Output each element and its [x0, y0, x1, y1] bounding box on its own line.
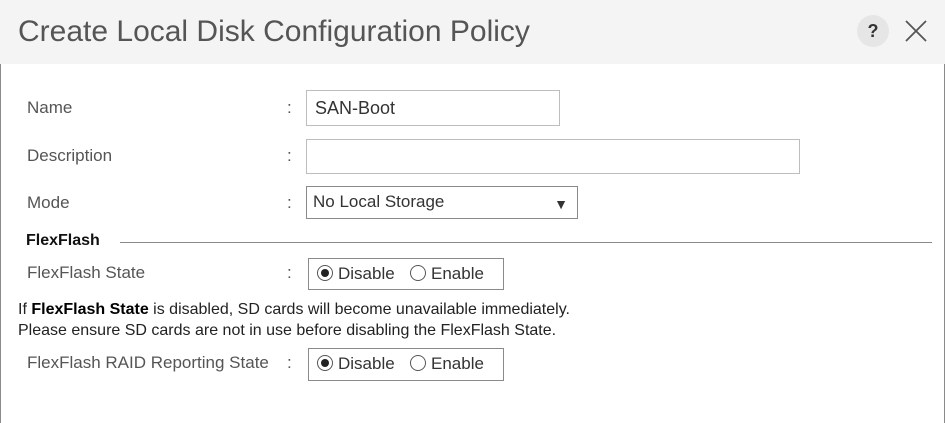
radio-selected-icon: [317, 265, 333, 281]
description-colon: :: [287, 146, 292, 165]
mode-label: Mode: [27, 193, 70, 212]
dialog-title: Create Local Disk Configuration Policy: [18, 15, 530, 48]
flexflash-raid-radio-group: Disable Enable: [308, 348, 504, 381]
flexflash-warning-line1: If FlexFlash State is disabled, SD cards…: [18, 301, 570, 319]
flexflash-state-enable-option[interactable]: Enable: [410, 264, 484, 284]
dialog-header: Create Local Disk Configuration Policy ?: [0, 0, 945, 64]
flexflash-state-disable-option[interactable]: Disable: [317, 264, 395, 284]
flexflash-state-disable-label: Disable: [338, 264, 395, 283]
radio-unselected-icon: [410, 355, 426, 371]
mode-selected-value: No Local Storage: [313, 192, 445, 211]
help-button[interactable]: ?: [857, 15, 889, 47]
flexflash-state-label: FlexFlash State: [27, 263, 146, 282]
chevron-down-icon: ▼: [554, 196, 568, 212]
description-label: Description: [27, 146, 113, 165]
note-bold-term: FlexFlash State: [31, 301, 149, 318]
flexflash-raid-colon: :: [287, 353, 292, 372]
section-divider: [120, 242, 932, 243]
note-suffix: is disabled, SD cards will become unavai…: [148, 301, 570, 318]
flexflash-raid-disable-option[interactable]: Disable: [317, 354, 395, 374]
flexflash-raid-enable-label: Enable: [431, 354, 484, 373]
mode-colon: :: [287, 193, 292, 212]
description-input[interactable]: [306, 139, 800, 174]
flexflash-raid-label: FlexFlash RAID Reporting State: [27, 353, 269, 372]
name-input[interactable]: [306, 90, 560, 126]
mode-select[interactable]: No Local Storage ▼: [306, 186, 578, 219]
close-button[interactable]: [902, 17, 930, 45]
radio-selected-icon: [317, 355, 333, 371]
flexflash-warning-line2: Please ensure SD cards are not in use be…: [18, 322, 557, 339]
note-prefix: If: [18, 301, 32, 318]
flexflash-raid-disable-label: Disable: [338, 354, 395, 373]
close-icon: [905, 20, 927, 42]
flexflash-state-colon: :: [287, 263, 292, 282]
flexflash-section-title: FlexFlash: [26, 232, 100, 249]
flexflash-state-enable-label: Enable: [431, 264, 484, 283]
radio-unselected-icon: [410, 265, 426, 281]
create-policy-dialog: Create Local Disk Configuration Policy ?…: [0, 0, 945, 423]
flexflash-state-radio-group: Disable Enable: [308, 258, 504, 290]
name-label: Name: [27, 98, 73, 117]
flexflash-raid-enable-option[interactable]: Enable: [410, 354, 484, 374]
name-colon: :: [287, 98, 292, 117]
